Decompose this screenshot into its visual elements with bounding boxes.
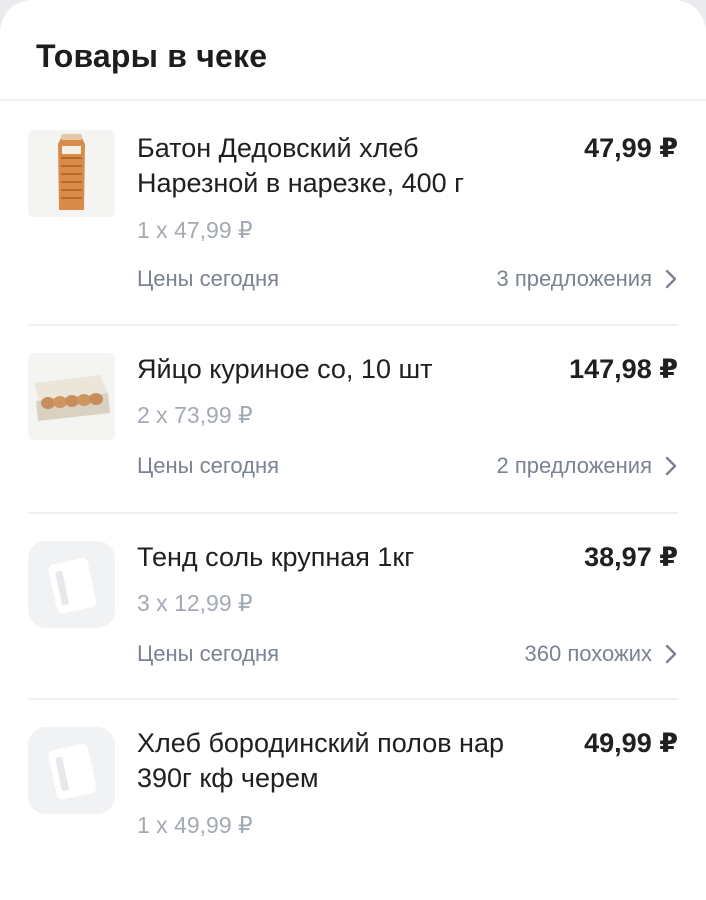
chevron-right-icon — [665, 269, 677, 289]
chevron-right-icon — [665, 456, 677, 476]
offers-link[interactable]: 2 предложения — [497, 453, 678, 479]
item-name-line2: 390г кф черем — [137, 763, 319, 793]
receipt-items-list: Батон Дедовский хлеб Нарезной в нарезке,… — [0, 101, 706, 880]
bread-loaf-image — [28, 130, 115, 217]
item-total-price: 47,99 ₽ — [584, 133, 678, 163]
item-name: Яйцо куриное со, 10 шт — [137, 352, 547, 387]
similar-label: 360 похожих — [524, 641, 652, 666]
item-name-line1: Хлеб бородинский полов нар — [137, 728, 504, 758]
item-name-line2: Нарезной в нарезке, 400 г — [137, 168, 464, 198]
page-title: Товары в чеке — [36, 38, 268, 74]
offers-link[interactable]: 3 предложения — [497, 266, 678, 292]
product-placeholder-icon — [28, 727, 115, 814]
list-item[interactable]: Хлеб бородинский полов нар 390г кф черем… — [28, 700, 678, 880]
item-name-line1: Яйцо куриное со, 10 шт — [137, 354, 433, 384]
receipt-items-card: Товары в чеке Батон Дедовский хлеб Нарез… — [0, 0, 706, 900]
item-name: Хлеб бородинский полов нар 390г кф черем — [137, 726, 547, 796]
egg-carton-image — [28, 353, 115, 440]
chevron-right-icon — [665, 644, 677, 664]
item-quantity: 1 x 47,99 ₽ — [137, 217, 253, 243]
product-placeholder-icon — [28, 541, 115, 628]
offers-label: 2 предложения — [496, 453, 652, 478]
list-item[interactable]: Батон Дедовский хлеб Нарезной в нарезке,… — [28, 101, 678, 326]
prices-today-label: Цены сегодня — [137, 453, 280, 478]
item-name-line1: Тенд соль крупная 1кг — [137, 542, 415, 572]
similar-link[interactable]: 360 похожих — [525, 641, 678, 667]
item-total-price: 147,98 ₽ — [569, 354, 678, 384]
item-quantity: 1 x 49,99 ₽ — [137, 812, 253, 838]
item-total-price: 49,99 ₽ — [584, 728, 678, 758]
offers-label: 3 предложения — [496, 266, 652, 291]
item-quantity: 3 x 12,99 ₽ — [137, 590, 253, 616]
prices-today-label: Цены сегодня — [137, 266, 280, 291]
item-name-line1: Батон Дедовский хлеб — [137, 133, 419, 163]
item-name: Тенд соль крупная 1кг — [137, 540, 547, 575]
item-total-price: 38,97 ₽ — [584, 542, 678, 572]
prices-today-label: Цены сегодня — [137, 641, 280, 666]
list-item[interactable]: Яйцо куриное со, 10 шт 147,98 ₽ 2 x 73,9… — [28, 326, 678, 514]
list-item[interactable]: Тенд соль крупная 1кг 38,97 ₽ 3 x 12,99 … — [28, 514, 678, 700]
card-header: Товары в чеке — [0, 0, 706, 101]
item-quantity: 2 x 73,99 ₽ — [137, 402, 253, 428]
item-name: Батон Дедовский хлеб Нарезной в нарезке,… — [137, 131, 547, 201]
